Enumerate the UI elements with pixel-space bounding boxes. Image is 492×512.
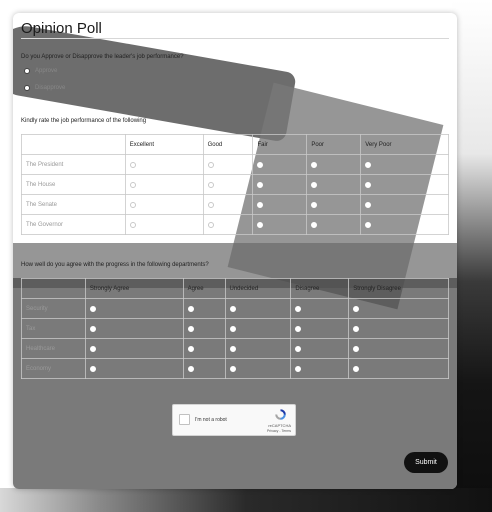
agreement-radio[interactable] — [229, 345, 236, 352]
agreement-radio[interactable] — [187, 345, 194, 352]
column-header: Disagree — [290, 278, 350, 299]
recaptcha-label: I'm not a robot — [195, 417, 227, 423]
recaptcha-widget: I'm not a robot reCAPTCHA Privacy - Term… — [172, 404, 296, 436]
rating-radio[interactable] — [257, 221, 264, 228]
rating-radio[interactable] — [207, 201, 214, 208]
radio-approve-label: Approve — [35, 68, 58, 74]
recaptcha-checkbox[interactable] — [179, 414, 190, 425]
row-label: The President — [21, 154, 126, 175]
rating-radio[interactable] — [365, 221, 372, 228]
column-header: Undecided — [224, 278, 292, 299]
agreement-radio[interactable] — [353, 345, 360, 352]
row-label: The Governor — [21, 214, 126, 235]
agreement-radio[interactable] — [353, 365, 360, 372]
agreement-radio[interactable] — [295, 365, 302, 372]
radio-disapprove[interactable]: Disapprove — [24, 85, 65, 91]
rating-radio[interactable] — [311, 221, 318, 228]
rating-radio[interactable] — [365, 161, 372, 168]
agreement-radio[interactable] — [229, 325, 236, 332]
rating-radio[interactable] — [311, 161, 318, 168]
rating-matrix-q2: Excellent Good Fair Poor Very Poor The P… — [21, 134, 449, 235]
matrix-corner — [21, 278, 86, 299]
rating-radio[interactable] — [129, 161, 136, 168]
agreement-radio[interactable] — [187, 365, 194, 372]
agreement-radio[interactable] — [187, 325, 194, 332]
rating-radio[interactable] — [257, 201, 264, 208]
rating-radio[interactable] — [129, 181, 136, 188]
matrix-row: Economy — [21, 358, 449, 379]
rating-radio[interactable] — [311, 181, 318, 188]
agreement-radio[interactable] — [89, 365, 96, 372]
recaptcha-brand: reCAPTCHA — [268, 423, 291, 428]
question-1-label: Do you Approve or Disapprove the leader'… — [21, 54, 184, 60]
rating-radio[interactable] — [365, 201, 372, 208]
matrix-row: Healthcare — [21, 338, 449, 359]
agreement-radio[interactable] — [295, 325, 302, 332]
form-title: Opinion Poll — [21, 20, 102, 37]
agreement-radio[interactable] — [89, 345, 96, 352]
rating-radio[interactable] — [311, 201, 318, 208]
matrix-corner — [21, 134, 126, 155]
recaptcha-terms-link[interactable]: Privacy - Terms — [267, 429, 291, 433]
rating-radio[interactable] — [207, 181, 214, 188]
column-header: Good — [202, 134, 254, 155]
matrix-row: The House — [21, 174, 449, 195]
agreement-radio[interactable] — [187, 305, 194, 312]
matrix-row: Tax — [21, 318, 449, 339]
agreement-radio[interactable] — [89, 305, 96, 312]
agreement-radio[interactable] — [229, 365, 236, 372]
matrix-row: The Governor — [21, 214, 449, 235]
matrix-row: The Senate — [21, 194, 449, 215]
radio-approve[interactable]: Approve — [24, 68, 57, 74]
poll-form-card: Opinion Poll Do you Approve or Disapprov… — [13, 13, 457, 489]
title-divider — [21, 38, 449, 39]
column-header: Strongly Disagree — [348, 278, 449, 299]
agreement-radio[interactable] — [229, 305, 236, 312]
rating-radio[interactable] — [207, 221, 214, 228]
question-3-label: How well do you agree with the progress … — [21, 262, 209, 268]
column-header: Fair — [252, 134, 308, 155]
row-label: The Senate — [21, 194, 126, 215]
rating-radio[interactable] — [129, 221, 136, 228]
recaptcha-logo-icon — [275, 409, 286, 420]
radio-circle-icon[interactable] — [24, 85, 30, 91]
column-header: Poor — [306, 134, 362, 155]
column-header: Strongly Agree — [84, 278, 184, 299]
matrix-row: Security — [21, 298, 449, 319]
row-label: The House — [21, 174, 126, 195]
row-label: Economy — [21, 358, 86, 379]
rating-radio[interactable] — [207, 161, 214, 168]
submit-button[interactable]: Submit — [404, 452, 448, 473]
question-2-label: Kindly rate the job performance of the f… — [21, 118, 147, 124]
rating-radio[interactable] — [257, 181, 264, 188]
rating-radio[interactable] — [257, 161, 264, 168]
row-label: Security — [21, 298, 86, 319]
agreement-radio[interactable] — [353, 305, 360, 312]
matrix-row: The President — [21, 154, 449, 175]
column-header: Excellent — [124, 134, 204, 155]
agreement-radio[interactable] — [89, 325, 96, 332]
row-label: Healthcare — [21, 338, 86, 359]
agreement-radio[interactable] — [295, 345, 302, 352]
matrix-header-row: Strongly Agree Agree Undecided Disagree … — [21, 278, 449, 299]
matrix-header-row: Excellent Good Fair Poor Very Poor — [21, 134, 449, 155]
agreement-radio[interactable] — [353, 325, 360, 332]
column-header: Agree — [182, 278, 226, 299]
background-floor — [0, 488, 492, 512]
agreement-radio[interactable] — [295, 305, 302, 312]
row-label: Tax — [21, 318, 86, 339]
rating-radio[interactable] — [129, 201, 136, 208]
radio-circle-icon[interactable] — [24, 68, 30, 74]
agreement-matrix-q3: Strongly Agree Agree Undecided Disagree … — [21, 278, 449, 379]
rating-radio[interactable] — [365, 181, 372, 188]
radio-disapprove-label: Disapprove — [35, 85, 66, 91]
background-ballot-box-right — [452, 0, 492, 512]
column-header: Very Poor — [360, 134, 449, 155]
